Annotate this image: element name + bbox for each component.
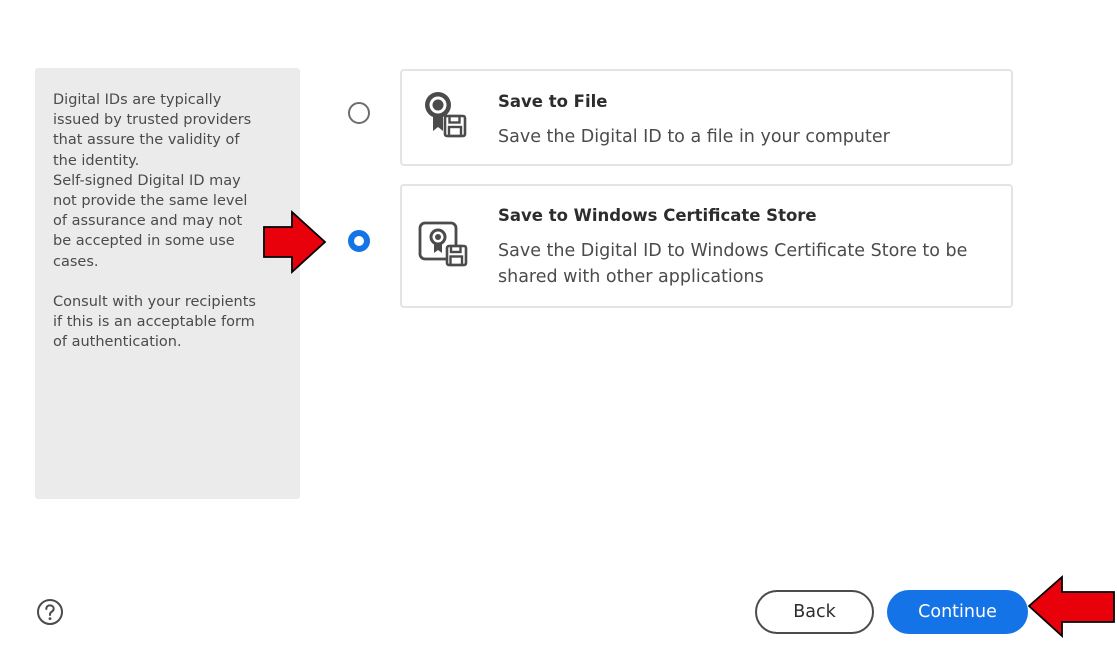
save-to-windows-store-radio[interactable]: [348, 230, 370, 252]
info-line: Digital IDs are typically: [53, 92, 222, 108]
certificate-store-icon: [418, 221, 468, 267]
info-panel: Digital IDs are typically issued by trus…: [35, 68, 300, 499]
certificate-file-icon: [425, 92, 467, 138]
info-line: that assure the validity of: [53, 132, 240, 149]
annotation-arrow-icon: [1027, 575, 1115, 639]
back-button[interactable]: Back: [755, 590, 874, 634]
info-line: cases.: [53, 253, 99, 270]
consult-line: Consult with your recipients: [53, 293, 256, 310]
info-line: of assurance and may not: [53, 213, 243, 230]
option-card-save-to-file[interactable]: Save to File Save the Digital ID to a fi…: [400, 69, 1013, 166]
save-digital-id-dialog: Digital IDs are typically issued by trus…: [0, 0, 1043, 634]
page-gutter: [1043, 0, 1117, 634]
consult-line: if this is an acceptable form: [53, 314, 255, 331]
info-line: not provide the same level: [53, 193, 248, 210]
consult-line: of authentication.: [53, 334, 182, 351]
option-title: Save to File: [498, 92, 608, 111]
save-to-file-radio[interactable]: [348, 102, 370, 124]
info-line: the identity.: [53, 152, 140, 169]
annotation-arrow-icon: [263, 209, 327, 275]
info-line: be accepted in some use: [53, 233, 235, 250]
info-line: Self-signed Digital ID may: [53, 172, 241, 189]
option-description: Save the Digital ID to a file in your co…: [498, 127, 890, 147]
info-line: issued by trusted providers: [53, 112, 252, 129]
continue-button[interactable]: Continue: [887, 590, 1028, 634]
option-card-save-to-windows-store[interactable]: Save to Windows Certificate Store Save t…: [400, 184, 1013, 308]
help-circle-icon[interactable]: [36, 598, 64, 626]
option-title: Save to Windows Certificate Store: [498, 206, 817, 225]
option-description: Save the Digital ID to Windows Certifica…: [498, 241, 968, 287]
